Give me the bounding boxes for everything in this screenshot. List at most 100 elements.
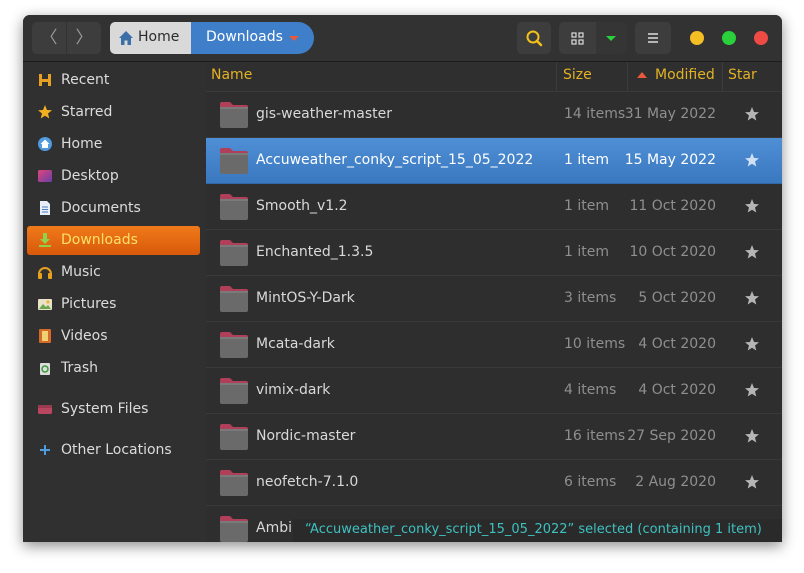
file-size: 10 items bbox=[564, 336, 626, 352]
sidebar-item-desktop[interactable]: Desktop bbox=[27, 162, 200, 191]
desktop-icon bbox=[38, 170, 52, 182]
folder-icon bbox=[220, 102, 248, 128]
status-bar: “Accuweather_conky_script_15_05_2022” se… bbox=[293, 519, 782, 542]
breadcrumb-current-label: Downloads bbox=[206, 29, 283, 45]
star-icon[interactable] bbox=[744, 152, 760, 168]
file-size: 16 items bbox=[564, 428, 626, 444]
folder-icon bbox=[220, 148, 248, 174]
file-size: 6 items bbox=[564, 474, 617, 490]
column-name[interactable]: Name bbox=[211, 67, 252, 83]
sidebar-item-label: Trash bbox=[61, 360, 98, 376]
folder-icon bbox=[220, 516, 248, 542]
file-name: MintOS-Y-Dark bbox=[256, 290, 355, 306]
header-bar: 〈 〉 Home Downloads bbox=[23, 15, 782, 62]
minimize-button[interactable] bbox=[690, 31, 704, 45]
file-name: vimix-dark bbox=[256, 382, 331, 398]
sidebar-item-label: Other Locations bbox=[61, 442, 172, 458]
star-icon[interactable] bbox=[744, 290, 760, 306]
sidebar-item-videos[interactable]: Videos bbox=[27, 322, 200, 351]
column-modified[interactable]: Modified bbox=[655, 67, 715, 83]
sidebar-item-label: Desktop bbox=[61, 168, 119, 184]
file-name: Mcata-dark bbox=[256, 336, 335, 352]
table-row[interactable]: vimix-dark 4 items 4 Oct 2020 bbox=[206, 368, 782, 414]
table-row[interactable]: Enchanted_1.3.5 1 item 10 Oct 2020 bbox=[206, 230, 782, 276]
file-modified: 4 Oct 2020 bbox=[638, 336, 716, 352]
chevron-down-icon[interactable] bbox=[289, 36, 299, 41]
column-size[interactable]: Size bbox=[563, 67, 592, 83]
table-row[interactable]: Nordic-master 16 items 27 Sep 2020 bbox=[206, 414, 782, 460]
breadcrumb-downloads[interactable]: Downloads bbox=[191, 22, 314, 54]
table-row[interactable]: Accuweather_conky_script_15_05_2022 1 ite… bbox=[206, 138, 782, 184]
column-separator bbox=[627, 62, 628, 91]
recent-icon bbox=[39, 74, 51, 86]
pictures-icon bbox=[38, 299, 52, 310]
table-row[interactable]: MintOS-Y-Dark 3 items 5 Oct 2020 bbox=[206, 276, 782, 322]
star-icon[interactable] bbox=[744, 382, 760, 398]
table-row[interactable]: neofetch-7.1.0 6 items 2 Aug 2020 bbox=[206, 460, 782, 506]
sidebar-item-trash[interactable]: Trash bbox=[27, 354, 200, 383]
table-row[interactable]: Smooth_v1.2 1 item 11 Oct 2020 bbox=[206, 184, 782, 230]
sidebar-item-documents[interactable]: Documents bbox=[27, 194, 200, 223]
forward-button[interactable]: 〉 bbox=[67, 22, 101, 54]
sidebar-item-home[interactable]: Home bbox=[27, 130, 200, 159]
column-header: Name Size Modified Star bbox=[206, 62, 782, 92]
table-row[interactable]: gis-weather-master 14 items 31 May 2022 bbox=[206, 92, 782, 138]
sidebar-item-label: Home bbox=[61, 136, 103, 152]
grid-view-icon bbox=[571, 32, 584, 45]
star-icon[interactable] bbox=[744, 244, 760, 260]
view-options-button[interactable] bbox=[596, 22, 627, 54]
star-icon[interactable] bbox=[744, 106, 760, 122]
sidebar-item-recent[interactable]: Recent bbox=[27, 66, 200, 95]
file-size: 4 items bbox=[564, 382, 617, 398]
grid-view-button[interactable] bbox=[559, 22, 596, 54]
music-icon bbox=[38, 267, 52, 279]
table-row[interactable]: Mcata-dark 10 items 4 Oct 2020 bbox=[206, 322, 782, 368]
sidebar-item-pictures[interactable]: Pictures bbox=[27, 290, 200, 319]
file-size: 1 item bbox=[564, 198, 609, 214]
column-separator bbox=[722, 62, 723, 91]
file-name: neofetch-7.1.0 bbox=[256, 474, 359, 490]
home-icon bbox=[38, 137, 52, 151]
column-star[interactable]: Star bbox=[728, 67, 757, 83]
file-manager-window: 〈 〉 Home Downloads Recent Starred Home D… bbox=[23, 15, 782, 542]
star-icon[interactable] bbox=[744, 474, 760, 490]
sidebar-item-label: Music bbox=[61, 264, 101, 280]
back-button[interactable]: 〈 bbox=[32, 22, 66, 54]
folder-icon bbox=[220, 240, 248, 266]
sidebar: Recent Starred Home Desktop Documents Do… bbox=[23, 62, 207, 542]
documents-icon bbox=[40, 201, 50, 215]
sidebar-item-music[interactable]: Music bbox=[27, 258, 200, 287]
file-modified: 10 Oct 2020 bbox=[629, 244, 716, 260]
folder-icon bbox=[220, 424, 248, 450]
breadcrumb-home[interactable]: Home bbox=[110, 22, 191, 54]
menu-button[interactable] bbox=[635, 22, 671, 54]
sidebar-item-downloads[interactable]: Downloads bbox=[27, 226, 200, 255]
star-icon[interactable] bbox=[744, 428, 760, 444]
sort-arrow-icon bbox=[637, 72, 647, 78]
folder-icon bbox=[220, 378, 248, 404]
file-modified: 4 Oct 2020 bbox=[638, 382, 716, 398]
sidebar-item-system-files[interactable]: System Files bbox=[27, 395, 200, 424]
search-button[interactable] bbox=[517, 22, 551, 54]
star-icon[interactable] bbox=[744, 336, 760, 352]
maximize-button[interactable] bbox=[722, 31, 736, 45]
file-size: 1 item bbox=[564, 244, 609, 260]
file-modified: 5 Oct 2020 bbox=[638, 290, 716, 306]
folder-icon bbox=[220, 194, 248, 220]
file-modified: 27 Sep 2020 bbox=[627, 428, 716, 444]
file-size: 1 item bbox=[564, 152, 609, 168]
sidebar-item-other-locations[interactable]: Other Locations bbox=[27, 436, 200, 465]
sidebar-item-starred[interactable]: Starred bbox=[27, 98, 200, 127]
status-text: “Accuweather_conky_script_15_05_2022” se… bbox=[305, 522, 762, 537]
breadcrumb-home-label: Home bbox=[138, 29, 180, 45]
videos-icon bbox=[39, 329, 51, 343]
close-button[interactable] bbox=[754, 31, 768, 45]
sidebar-item-label: Starred bbox=[61, 104, 113, 120]
file-name: Ambi bbox=[256, 520, 292, 536]
sidebar-item-label: Downloads bbox=[61, 232, 138, 248]
plus-icon bbox=[40, 445, 50, 455]
file-name: Enchanted_1.3.5 bbox=[256, 244, 374, 260]
file-list: Name Size Modified Star gis-weather-mast… bbox=[206, 62, 782, 542]
file-name: Accuweather_conky_script_15_05_2022 bbox=[256, 152, 534, 168]
star-icon[interactable] bbox=[744, 198, 760, 214]
